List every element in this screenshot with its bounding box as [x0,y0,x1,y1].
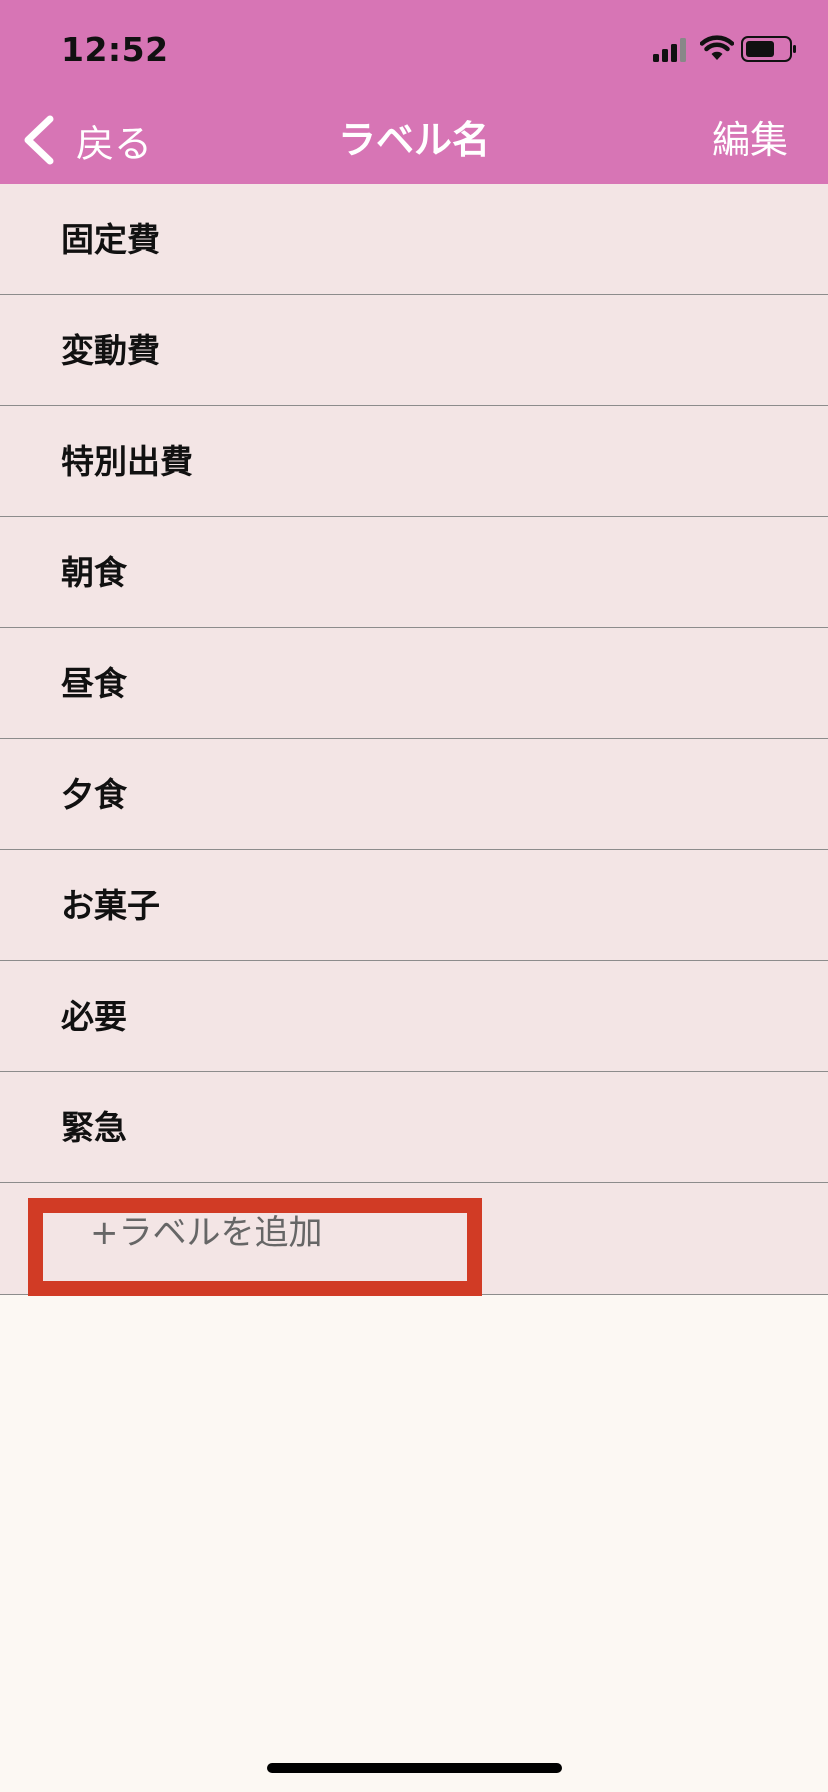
list-item[interactable]: 昼食 [0,628,828,739]
list-item[interactable]: 必要 [0,961,828,1072]
status-bar: 12:52 [0,0,828,96]
list-item[interactable]: 夕食 [0,739,828,850]
signal-icon [653,38,686,62]
list-item-label: お菓子 [61,886,160,925]
list-item[interactable]: 特別出費 [0,406,828,517]
wifi-icon [700,35,734,60]
add-label-button[interactable]: +ラベルを追加 [90,1198,323,1268]
label-list: 固定費 変動費 特別出費 朝食 昼食 夕食 お菓子 必要 緊急 +ラベルを追加 [0,184,828,1296]
navigation-bar: 戻る ラベル名 編集 [0,96,828,184]
list-item-label: 必要 [61,997,127,1036]
page-title: ラベル名 [337,118,490,162]
list-item-label: 特別出費 [61,442,193,481]
list-item[interactable]: 朝食 [0,517,828,628]
list-item-label: 固定費 [61,220,160,259]
list-item[interactable]: 変動費 [0,295,828,406]
list-item-label: 朝食 [61,553,127,592]
list-item[interactable]: 緊急 [0,1072,828,1183]
status-time: 12:52 [61,30,169,69]
list-item-label: 昼食 [61,664,127,703]
list-item[interactable]: 固定費 [0,184,828,295]
home-indicator[interactable] [267,1763,562,1773]
list-item-label: 緊急 [61,1108,127,1147]
list-item-label: 変動費 [61,331,160,370]
list-item-label: 夕食 [61,775,127,814]
edit-button[interactable]: 編集 [712,96,788,184]
add-label-row: +ラベルを追加 [0,1183,828,1296]
list-item[interactable]: お菓子 [0,850,828,961]
battery-icon [741,36,796,62]
